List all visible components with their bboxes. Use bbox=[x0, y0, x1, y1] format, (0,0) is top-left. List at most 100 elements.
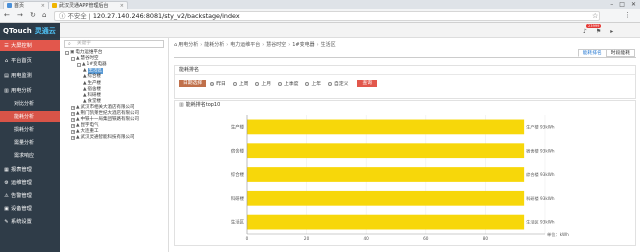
breadcrumb-item[interactable]: 用电分析 bbox=[178, 42, 198, 48]
sidebar-item[interactable]: ✎ 系统设置 bbox=[0, 216, 60, 227]
expand-icon[interactable]: + bbox=[71, 124, 75, 129]
tab-period-energy[interactable]: 时段能耗 bbox=[605, 49, 635, 57]
sidebar-item-icon: ▥ bbox=[4, 87, 9, 94]
radio-dot[interactable] bbox=[328, 81, 333, 86]
forward-icon[interactable]: → bbox=[17, 12, 23, 19]
period-radio[interactable]: 上月 bbox=[255, 80, 271, 87]
sidebar-item-label: 运维管理 bbox=[11, 180, 32, 186]
period-radio[interactable]: 昨日 bbox=[210, 80, 226, 87]
breadcrumb-item[interactable]: 能耗分析 bbox=[204, 42, 224, 48]
sidebar-item[interactable]: 对比分析 bbox=[0, 98, 60, 109]
bar bbox=[247, 143, 525, 159]
user-icon[interactable]: ▸ bbox=[610, 28, 613, 35]
close-tab-icon[interactable]: × bbox=[38, 3, 45, 9]
breadcrumb-item[interactable]: 慧谷时空 bbox=[266, 42, 286, 48]
breadcrumb-separator: › bbox=[288, 42, 291, 48]
flag-icon[interactable]: ⚑ bbox=[596, 28, 601, 35]
reload-icon[interactable]: ↻ bbox=[30, 12, 36, 19]
tab-title: 武汉灵通APP管理后台 bbox=[59, 3, 109, 9]
date-select-button[interactable]: 日期选择 bbox=[179, 80, 207, 87]
sidebar-item-icon: ▦ bbox=[4, 166, 9, 173]
collapse-icon[interactable]: - bbox=[65, 51, 69, 55]
expand-icon[interactable]: + bbox=[71, 118, 75, 123]
url-field[interactable]: ⓘ 不安全 | 120.27.140.246:8081/sty_v2/backs… bbox=[54, 11, 600, 21]
tree-node-label: 综合楼 bbox=[87, 74, 102, 80]
sidebar-item[interactable]: 需量分析 bbox=[0, 137, 60, 148]
sidebar-item[interactable]: 需求响应 bbox=[0, 150, 60, 161]
category-label: 综合楼 bbox=[231, 171, 245, 178]
period-radio[interactable]: 上年 bbox=[305, 80, 321, 87]
collapse-icon[interactable]: - bbox=[71, 57, 75, 62]
tree-node[interactable]: ▲ 宿舍楼 bbox=[83, 87, 101, 93]
query-button[interactable]: 查询 bbox=[357, 80, 378, 87]
tree-node[interactable]: ▲ 科研楼 bbox=[83, 93, 101, 99]
sidebar-item[interactable]: 能耗分析 bbox=[0, 111, 60, 122]
sidebar-item[interactable]: ⚠ 告警管理 bbox=[0, 190, 60, 201]
radio-dot[interactable] bbox=[278, 81, 283, 86]
sidebar-item-label: 告警管理 bbox=[11, 193, 32, 199]
tab-energy-ranking[interactable]: 能耗排名 bbox=[577, 49, 607, 57]
unit-label: 单位：kWh bbox=[547, 231, 569, 238]
search-icon: ⌕ bbox=[68, 41, 71, 47]
breadcrumb-item[interactable]: 1#变电器 bbox=[292, 42, 314, 48]
tree-node[interactable]: + ▲ 武汉灵通智能科技有限公司 bbox=[71, 135, 135, 141]
period-radio[interactable]: 上周 bbox=[232, 80, 248, 87]
sidebar-item[interactable]: ▦ 报表管理 bbox=[0, 164, 60, 175]
sidebar-item[interactable]: ▤ 用电监测 bbox=[0, 70, 60, 81]
bell-icon[interactable]: ♪ bbox=[583, 28, 587, 35]
close-tab-icon[interactable]: × bbox=[117, 3, 124, 9]
sidebar-item[interactable]: ⚙ 运维管理 bbox=[0, 177, 60, 188]
period-radio[interactable]: 上季度 bbox=[278, 80, 298, 87]
browser-menu-icon[interactable]: ⋮ bbox=[624, 11, 631, 19]
sidebar-item[interactable]: 损耗分析 bbox=[0, 124, 60, 135]
tick-label: 20 bbox=[304, 236, 310, 241]
sidebar-item-icon: ☰ bbox=[4, 42, 9, 49]
maximize-icon[interactable]: □ bbox=[619, 1, 625, 8]
bookmark-star-icon[interactable]: ☆ bbox=[592, 12, 598, 20]
sidebar-item-label: 报表管理 bbox=[11, 167, 32, 173]
sidebar: ☰ 大屏控制 ⌂ 平台首页 ▤ 用电监测 ▥ 用电分析对比分析能耗分析损耗分析需量分析需求响应… bbox=[0, 38, 60, 252]
sidebar-item[interactable]: ▣ 设备管理 bbox=[0, 203, 60, 214]
data-label: 科研楼 93kWh bbox=[526, 195, 555, 202]
minimize-icon[interactable]: – bbox=[610, 1, 613, 8]
expand-icon[interactable]: + bbox=[71, 112, 75, 116]
expand-icon[interactable]: + bbox=[71, 105, 75, 110]
radio-dot[interactable] bbox=[305, 81, 310, 86]
radio-dot[interactable] bbox=[255, 81, 260, 86]
breadcrumb-item[interactable]: 生活区 bbox=[321, 42, 336, 48]
breadcrumb-item[interactable]: 电力运维平台 bbox=[230, 42, 260, 48]
sidebar-item-label: 系统设置 bbox=[11, 219, 32, 225]
tab-title: 首页 bbox=[14, 3, 25, 9]
tree-node[interactable]: ▲ 食堂楼 bbox=[83, 99, 101, 105]
window-controls: – □ ✕ bbox=[610, 1, 636, 8]
radio-dot[interactable] bbox=[210, 81, 215, 86]
radio-dot[interactable] bbox=[232, 81, 237, 86]
tree-node-icon: ▲ bbox=[76, 135, 80, 141]
radio-label: 上月 bbox=[261, 82, 272, 87]
sidebar-item[interactable]: ▥ 用电分析 bbox=[0, 85, 60, 96]
browser-tab-admin[interactable]: 武汉灵通APP管理后台 × bbox=[48, 1, 128, 9]
sidebar-item-label: 大屏控制 bbox=[11, 43, 32, 49]
sidebar-item[interactable]: ⌂ 平台首页 bbox=[0, 55, 60, 66]
tree-node-label: 武汉市相关大酒店有限公司 bbox=[80, 104, 135, 110]
tree-node-icon: ▲ bbox=[76, 104, 80, 110]
sidebar-item[interactable]: ☰ 大屏控制 bbox=[0, 40, 60, 51]
browser-tab-home[interactable]: 首页 × bbox=[3, 1, 49, 9]
tree-node[interactable]: ▲ 生产楼 bbox=[83, 81, 101, 87]
tree-node[interactable]: + ▲ 武汉市相关大酒店有限公司 bbox=[71, 105, 135, 111]
expand-icon[interactable]: + bbox=[71, 130, 75, 135]
search-placeholder: 关键字 bbox=[77, 41, 91, 46]
tree-node[interactable]: ▲ 综合楼 bbox=[83, 74, 101, 80]
tick-label: 60 bbox=[423, 236, 429, 241]
close-window-icon[interactable]: ✕ bbox=[631, 1, 636, 8]
tree-search-input[interactable]: ⌕ 关键字 bbox=[64, 40, 164, 48]
url-text: 120.27.140.246:8081/sty_v2/backstage/ind… bbox=[92, 12, 240, 20]
home-icon[interactable]: ⌂ bbox=[174, 42, 177, 48]
radio-label: 昨日 bbox=[216, 82, 226, 87]
home-icon[interactable]: ⌂ bbox=[42, 12, 46, 19]
collapse-icon[interactable]: - bbox=[77, 63, 81, 68]
back-icon[interactable]: ← bbox=[4, 12, 10, 19]
period-radio[interactable]: 自定义 bbox=[328, 80, 348, 87]
chart-panel: ▥ 能耗排名top10 生产楼 生产楼 93kWh 宿舍楼 宿舍楼 93kWh 综合楼综… bbox=[174, 100, 636, 246]
expand-icon[interactable]: + bbox=[71, 136, 75, 141]
